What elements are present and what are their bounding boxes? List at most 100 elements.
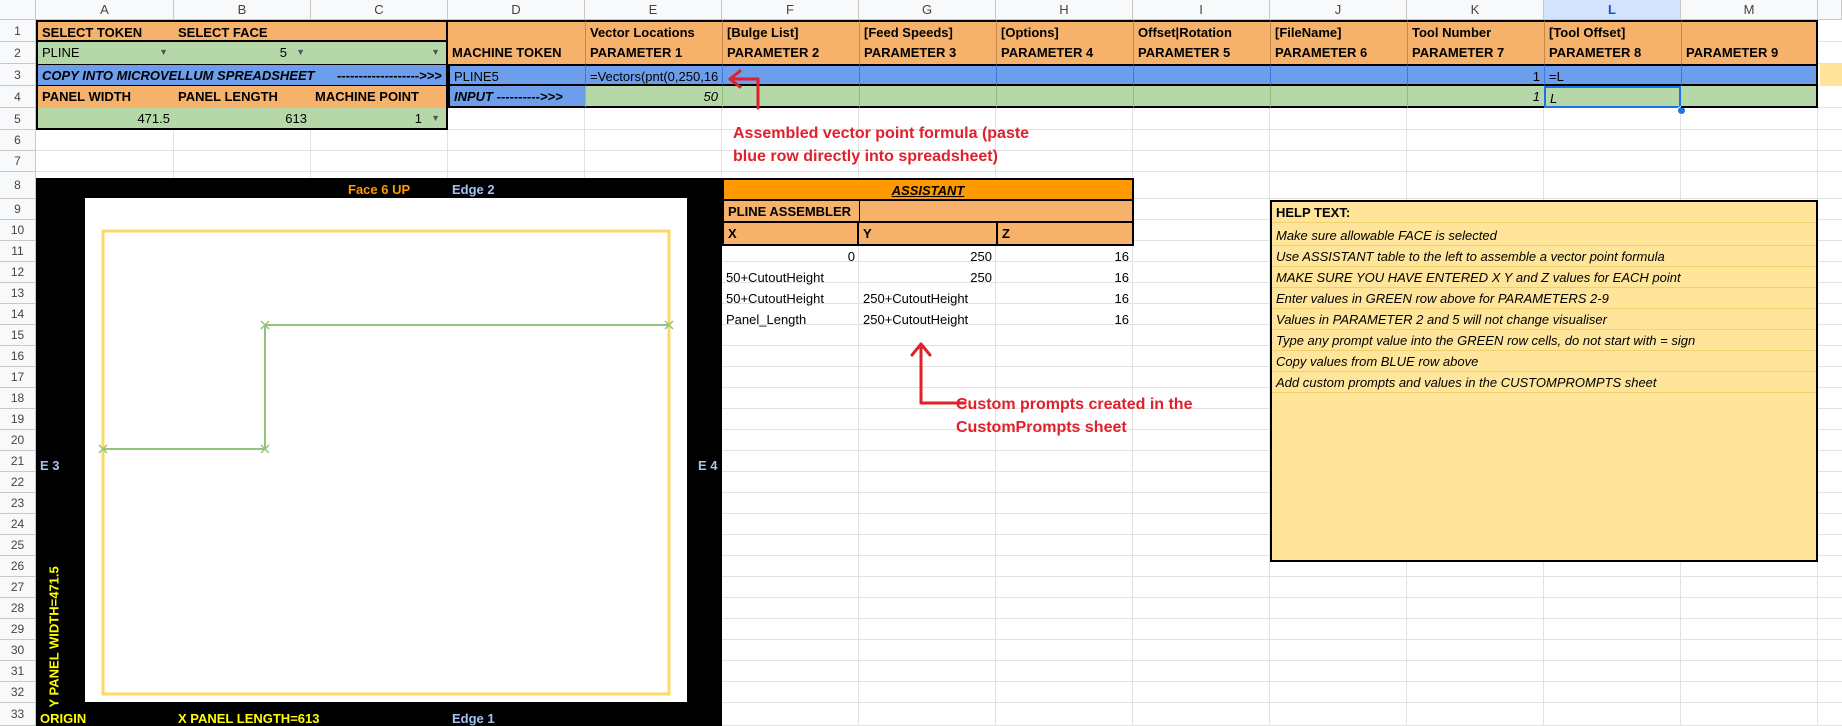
param-header-options: [Options] [996, 20, 1133, 42]
row-header[interactable]: 13 [0, 283, 36, 304]
row-header[interactable]: 18 [0, 388, 36, 409]
assistant-cell[interactable]: 250+CutoutHeight [859, 288, 996, 309]
assistant-cell[interactable]: 16 [996, 288, 1133, 309]
row-header[interactable]: 14 [0, 304, 36, 325]
machine-point-value: 1 [414, 111, 422, 126]
assistant-cell[interactable]: 50+CutoutHeight [722, 288, 859, 309]
row-header[interactable]: 4 [0, 86, 36, 108]
row-header[interactable]: 6 [0, 130, 36, 151]
chevron-down-icon[interactable]: ▼ [431, 108, 440, 128]
assistant-cell[interactable]: 0 [722, 246, 859, 267]
input-param-6-cell[interactable] [1270, 86, 1407, 108]
row-header[interactable]: 1 [0, 20, 36, 42]
column-header-k[interactable]: K [1407, 0, 1544, 20]
row-header[interactable]: 19 [0, 409, 36, 430]
assistant-cell[interactable]: 16 [996, 246, 1133, 267]
row-header[interactable]: 11 [0, 241, 36, 262]
panel-width-label: PANEL WIDTH [36, 86, 174, 108]
select-token-label: SELECT TOKEN [36, 20, 174, 42]
row-header[interactable]: 29 [0, 619, 36, 640]
help-line: Type any prompt value into the GREEN row… [1272, 330, 1816, 351]
face-select[interactable]: 5 ▼ [174, 42, 311, 64]
column-header-a[interactable]: A [36, 0, 174, 20]
extra-select[interactable]: ▼ [311, 42, 448, 64]
input-param-5-cell[interactable] [1133, 86, 1270, 108]
blue-param-9-cell[interactable] [1681, 64, 1818, 86]
assistant-cell[interactable]: 250 [859, 267, 996, 288]
row-header[interactable]: 23 [0, 493, 36, 514]
row-header[interactable]: 3 [0, 64, 36, 86]
column-header-m[interactable]: M [1681, 0, 1818, 20]
row-header[interactable]: 22 [0, 472, 36, 493]
chevron-down-icon[interactable]: ▼ [296, 42, 305, 63]
input-param-3-cell[interactable] [859, 86, 996, 108]
assistant-cell[interactable]: 250 [859, 246, 996, 267]
column-header-d[interactable]: D [448, 0, 585, 20]
row-header[interactable]: 12 [0, 262, 36, 283]
row-header[interactable]: 8 [0, 172, 36, 199]
assistant-cell[interactable]: 16 [996, 309, 1133, 330]
token-select[interactable]: PLINE ▼ [36, 42, 174, 64]
row-header[interactable]: 31 [0, 661, 36, 682]
assistant-cell[interactable]: 50+CutoutHeight [722, 267, 859, 288]
blue-param-4-cell[interactable] [996, 64, 1133, 86]
input-param-9-cell[interactable] [1681, 86, 1818, 108]
row-header[interactable]: 32 [0, 682, 36, 703]
input-tool-number-cell[interactable]: 1 [1407, 86, 1544, 108]
blue-tool-number-cell[interactable]: 1 [1407, 64, 1544, 86]
blue-param-6-cell[interactable] [1270, 64, 1407, 86]
column-header-g[interactable]: G [859, 0, 996, 20]
column-header-e[interactable]: E [585, 0, 722, 20]
column-header-b[interactable]: B [174, 0, 311, 20]
chevron-down-icon[interactable]: ▼ [431, 42, 440, 63]
row-gridline [36, 171, 1842, 172]
row-header[interactable]: 28 [0, 598, 36, 619]
row-header[interactable]: 25 [0, 535, 36, 556]
origin-label: ORIGIN [40, 711, 87, 726]
panel-width-value[interactable]: 471.5 [36, 108, 174, 130]
assistant-cell[interactable]: Panel_Length [722, 309, 859, 330]
blue-param-3-cell[interactable] [859, 64, 996, 86]
row-header[interactable]: 24 [0, 514, 36, 535]
row-header[interactable]: 30 [0, 640, 36, 661]
blue-param-2-cell[interactable] [722, 64, 859, 86]
row-header[interactable]: 10 [0, 220, 36, 241]
row-header[interactable]: 2 [0, 42, 36, 64]
panel-length-value[interactable]: 613 [174, 108, 311, 130]
row-header[interactable]: 7 [0, 151, 36, 172]
row-header[interactable]: 33 [0, 703, 36, 726]
input-param-4-cell[interactable] [996, 86, 1133, 108]
column-header-l[interactable]: L [1544, 0, 1681, 20]
parameter-3-label: PARAMETER 3 [859, 42, 996, 64]
row-header[interactable]: 15 [0, 325, 36, 346]
input-param-1-cell[interactable]: 50 [585, 86, 722, 108]
blue-tool-offset-cell[interactable]: =L [1544, 64, 1681, 86]
blue-token-cell[interactable]: PLINE5 [448, 64, 585, 86]
row-header[interactable]: 5 [0, 108, 36, 130]
column-header-j[interactable]: J [1270, 0, 1407, 20]
row-header[interactable]: 21 [0, 451, 36, 472]
column-header-c[interactable]: C [311, 0, 448, 20]
chevron-down-icon[interactable]: ▼ [159, 42, 168, 63]
input-tool-offset-cell-selected[interactable]: L [1544, 86, 1681, 108]
row-header[interactable]: 27 [0, 577, 36, 598]
column-header-h[interactable]: H [996, 0, 1133, 20]
parameter-8-label: PARAMETER 8 [1544, 42, 1681, 64]
select-all-corner[interactable] [0, 0, 36, 20]
column-header-f[interactable]: F [722, 0, 859, 20]
row-header[interactable]: 26 [0, 556, 36, 577]
blue-formula-cell[interactable]: =Vectors(pnt(0,250,16 [585, 64, 722, 86]
input-param-2-cell[interactable] [722, 86, 859, 108]
assistant-cell[interactable]: 250+CutoutHeight [859, 309, 996, 330]
row-header[interactable]: 17 [0, 367, 36, 388]
column-header-n[interactable] [1818, 0, 1842, 20]
row-header[interactable]: 16 [0, 346, 36, 367]
blue-param-5-cell[interactable] [1133, 64, 1270, 86]
row-header[interactable]: 20 [0, 430, 36, 451]
column-header-i[interactable]: I [1133, 0, 1270, 20]
row-header[interactable]: 9 [0, 199, 36, 220]
assistant-cell[interactable]: 16 [996, 267, 1133, 288]
param-header-d [448, 20, 585, 42]
help-line: Make sure allowable FACE is selected [1272, 225, 1816, 246]
machine-point-select[interactable]: 1 ▼ [311, 108, 448, 130]
